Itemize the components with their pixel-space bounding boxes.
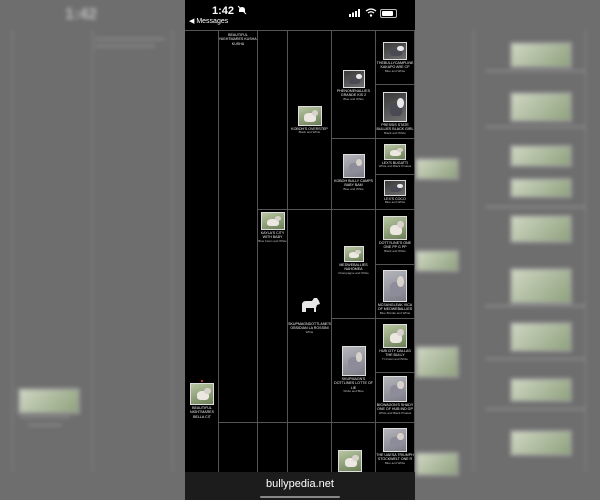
dog-color: Blue and White (384, 460, 406, 465)
dog-photo (384, 144, 406, 160)
pedigree-entry-gen3[interactable]: SKUPMAGN'S DOTTLINES LOTTE OF LIE White … (332, 346, 375, 394)
dog-color: Champagne and White (338, 270, 369, 275)
pedigree-entry-gen4[interactable]: PHENOMENALLIES GRANDE KIS 2 Blue and Whi… (332, 70, 375, 101)
dog-photo (383, 324, 407, 348)
dog-photo (343, 246, 364, 262)
dog-name: BEAUTIFUL NIGHTMARES BELLA CIT (190, 406, 214, 419)
browser-url-bar[interactable]: bullypedia.net (185, 472, 415, 500)
dog-color: White (305, 329, 314, 334)
dog-photo (342, 154, 365, 178)
pedigree-entry-gen5[interactable]: LEX'S BUGATTI White and Black Pinatas (376, 144, 414, 169)
dog-photo (297, 106, 322, 126)
pedigree-entry-subject[interactable]: BEAUTIFUL NIGHTMARES BELLA CIT (186, 380, 218, 419)
blurred-background-right (415, 0, 600, 500)
dog-photo (341, 346, 366, 376)
dog-color: Black and White (384, 248, 406, 253)
phone-screen: 1:42 ◀ Messages BEAUTIFUL NIGHTMARES BEL… (185, 0, 415, 500)
dog-color: White and Blue (343, 388, 364, 393)
dog-color: Blue and White (343, 96, 364, 101)
dog-photo (190, 383, 214, 405)
dog-color: Blue and White (384, 200, 406, 205)
pedigree-entry-gen4[interactable]: KOBOH BULLY CAMPS BABY BAM Blue and Whit… (332, 154, 375, 191)
dog-color: Tri Fawn and White (382, 356, 408, 361)
pedigree-entry-gen5[interactable]: THEBULLYCAMPLINE KAKAPO ARE CP Blue and … (376, 42, 414, 73)
bell-slash-icon (237, 5, 247, 15)
dog-photo (383, 216, 407, 240)
dog-silhouette-icon (301, 298, 320, 312)
pedigree-entry-gen3[interactable]: MEDWEBALLIES NAHOMEA Champagne and White (332, 246, 375, 275)
dog-color: Black and White (298, 130, 321, 135)
dog-photo (383, 428, 407, 452)
dog-color: White and Black Pinatas (378, 164, 412, 169)
home-indicator[interactable] (260, 496, 340, 498)
entry-marker (201, 380, 203, 382)
dog-color: Blue Brindle and White (379, 310, 411, 315)
background-time: 1:42 (65, 6, 98, 23)
pedigree-entry-gen5[interactable]: MCSANGLEAK VICA OF MEDWEBALLIES Blue Bri… (376, 270, 414, 315)
pedigree-entry-gen5[interactable]: THE UAESA TRIUMPH STOCKWELT ONE R Blue a… (376, 428, 414, 465)
dog-photo (383, 376, 407, 402)
status-bar: 1:42 ◀ Messages (185, 0, 415, 30)
dog-photo (338, 450, 362, 472)
dog-name: SKUPMAGN'S DOTTLINES LOTTE OF LIE (334, 377, 373, 390)
pedigree-entry-gen1[interactable]: BEAUTIFUL NIGHTMARES KUSHA KUSHA (219, 32, 257, 46)
blurred-background-left: 1:42 (0, 0, 185, 500)
pedigree-entry-gen5[interactable]: PRESSIS STATE BULLIES BLACK GIRL Black a… (376, 92, 414, 135)
pedigree-entry-gen2[interactable]: KAYLA'S CITY WITH BABY Blue Fawn and Whi… (258, 212, 287, 243)
battery-icon (380, 9, 397, 18)
back-to-messages-link[interactable]: ◀ Messages (189, 17, 228, 25)
pedigree-entry-gen2[interactable]: SKUPMAGNDOTTLANE'S OBSIDIAN LA ROSSINI W… (288, 296, 331, 334)
url-text: bullypedia.net (266, 478, 334, 490)
dog-color: Blue and White (384, 68, 406, 73)
dog-color: Blue Fawn and White (258, 238, 287, 243)
dog-photo (260, 212, 285, 230)
pedigree-entry-gen5[interactable]: HUB CITY DALLAS THE BULLY Tri Fawn and W… (376, 324, 414, 361)
dog-color: Black and White (384, 130, 406, 135)
dog-color: White and Black Pinatas (378, 410, 412, 415)
pedigree-entry-gen5[interactable]: BIGWAGON'S SHADY ONE OF HUB IND GP White… (376, 376, 414, 415)
dog-photo (342, 70, 365, 88)
pedigree-chart: BEAUTIFUL NIGHTMARES BELLA CIT BEAUTIFUL… (185, 30, 415, 472)
status-time: 1:42 (212, 5, 235, 17)
pedigree-entry-gen3[interactable]: KOBOH'S OVERSTEP Black and White (288, 106, 331, 135)
battery-level (382, 11, 394, 16)
dog-photo (384, 180, 406, 196)
dog-photo (383, 270, 407, 302)
dog-name: BEAUTIFUL NIGHTMARES KUSHA KUSHA (219, 33, 257, 46)
pedigree-entry-gen5[interactable]: DOTTYLINE'S ONE ONE PP G PP Black and Wh… (376, 216, 414, 253)
dog-photo (383, 42, 407, 60)
cellular-signal-icon (349, 9, 360, 17)
dog-color: Blue and White (343, 186, 364, 191)
wifi-icon (365, 8, 377, 17)
dog-photo (383, 92, 407, 122)
pedigree-entry-gen5[interactable]: LEX'S COCO Blue and White (376, 180, 414, 205)
